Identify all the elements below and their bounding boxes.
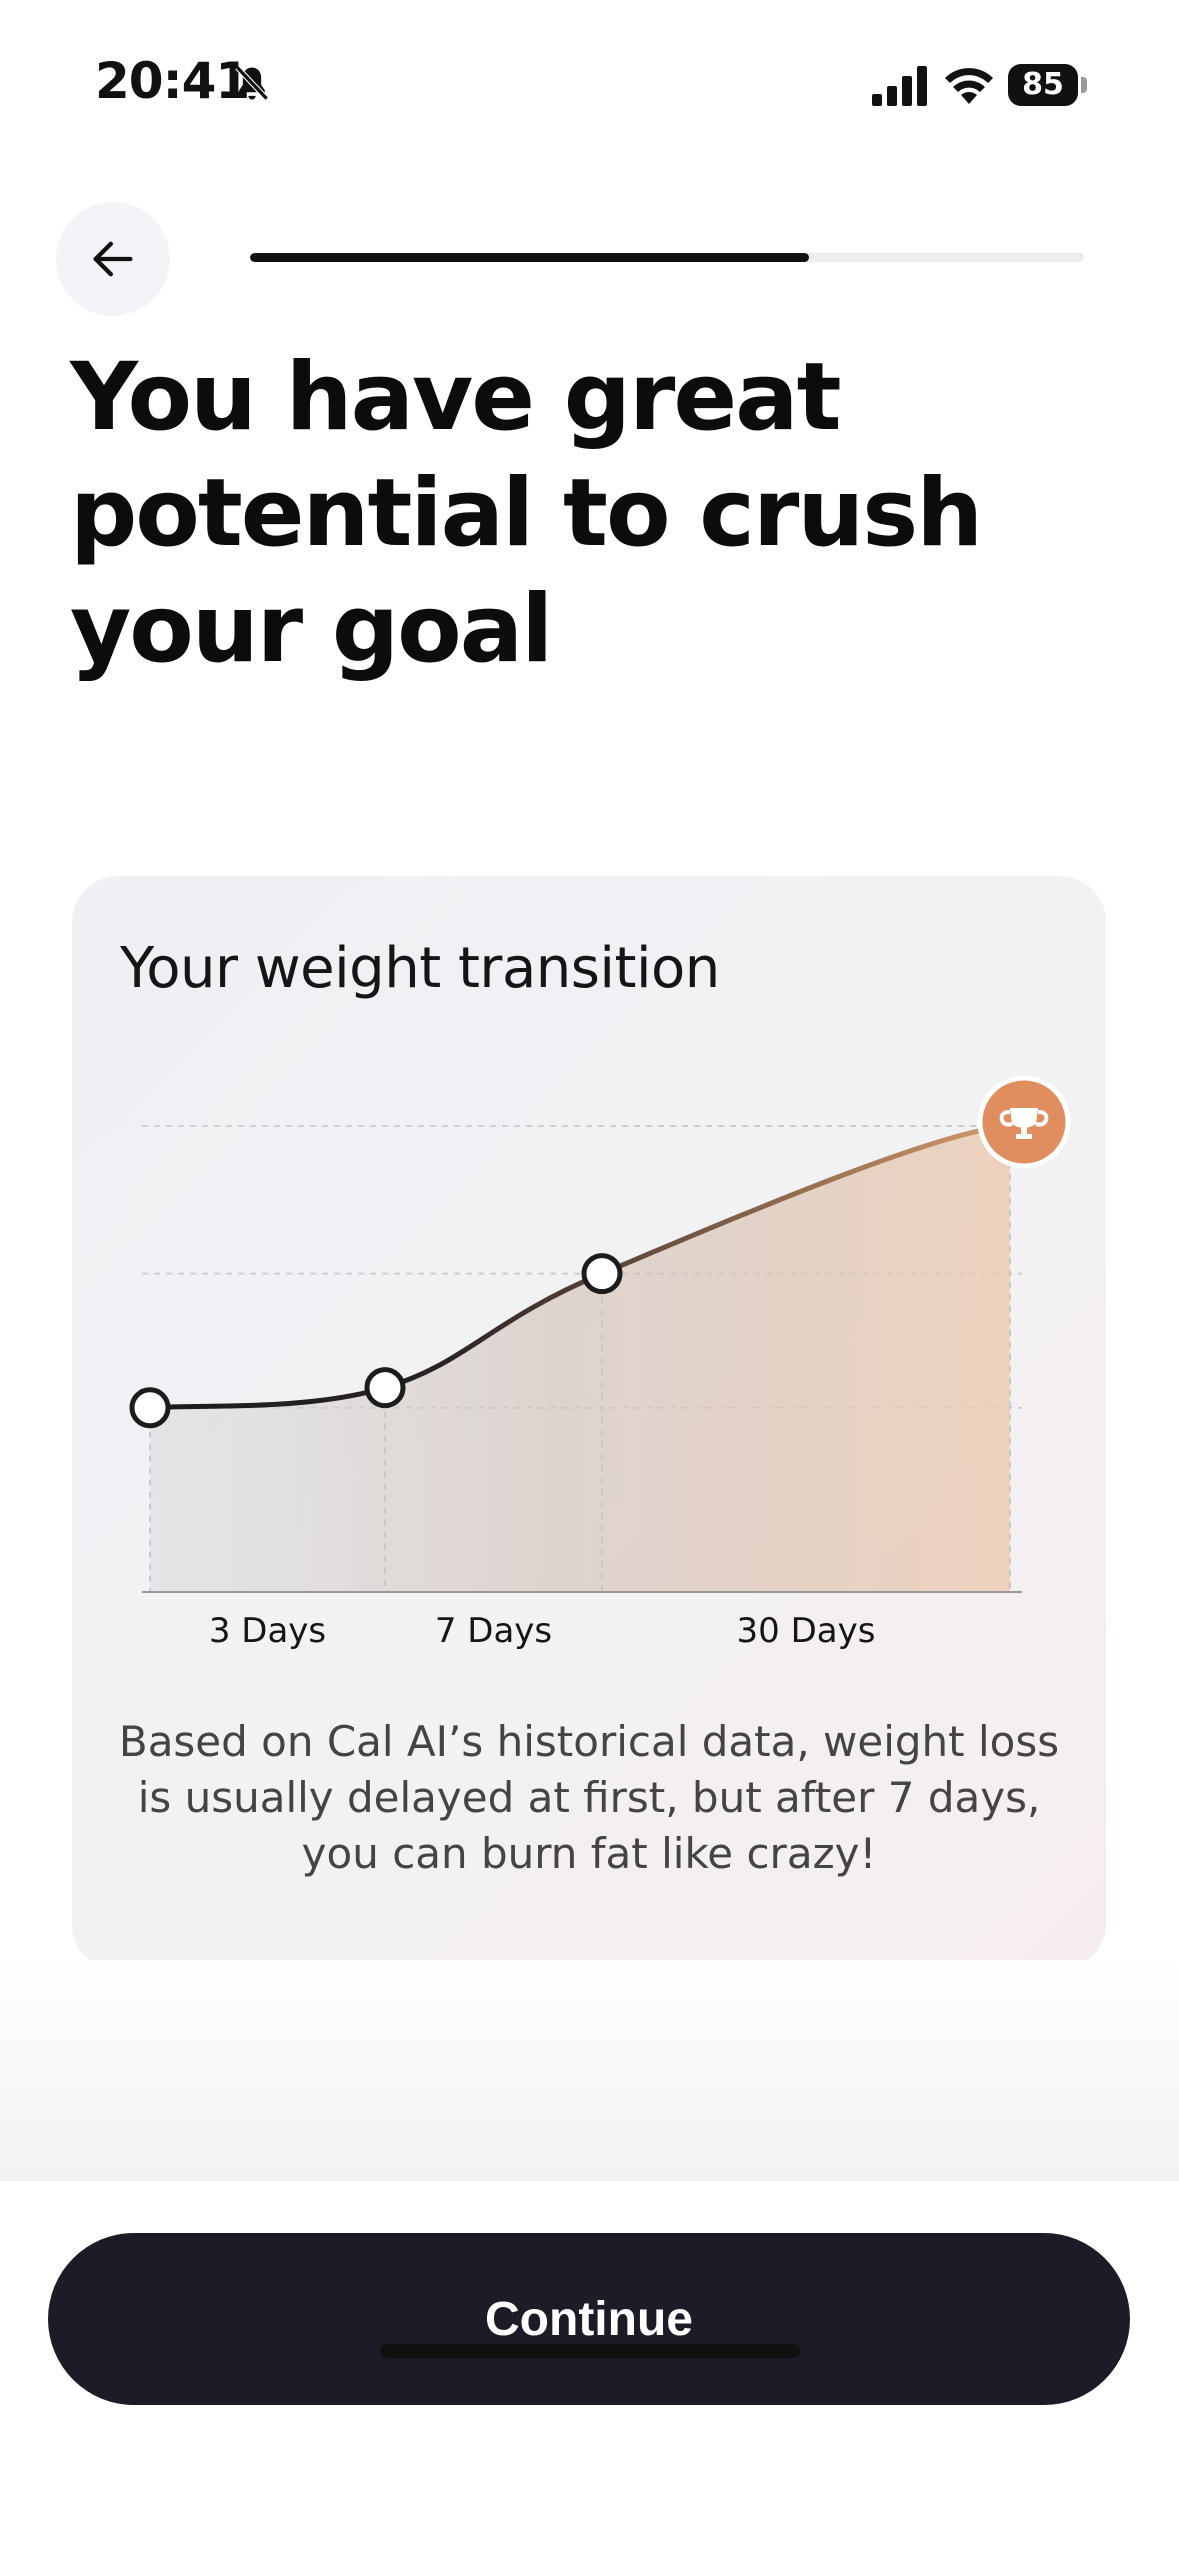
page-title: You have great potential to crush your g… [70,343,983,684]
continue-button[interactable]: Continue [48,2233,1130,2405]
chart-x-label: 3 Days [209,1611,326,1651]
status-bar: 20:41 85 [0,0,1179,130]
card-title: Your weight transition [120,936,720,1001]
chart-point [129,1387,171,1429]
onboarding-progress-bar [250,253,1084,262]
card-caption: Based on Cal AI’s historical data, weigh… [118,1717,1060,1878]
weight-transition-card: 3 Days 7 Days 30 Days Your weight transiti… [72,876,1106,1970]
chart-x-labels: 3 Days 7 Days 30 Days [209,1611,876,1651]
chart-point [581,1253,623,1295]
chart-area [150,1126,1010,1592]
status-time: 20:41 [95,52,250,110]
trophy-icon [977,1075,1071,1169]
battery-icon: 85 [1008,64,1088,106]
wifi-icon [944,64,994,106]
home-indicator [380,2344,800,2358]
footer: Continue [0,2180,1179,2557]
battery-tip [1081,77,1087,93]
chart-x-label: 7 Days [435,1611,552,1651]
chart-x-label: 30 Days [737,1611,876,1651]
cellular-signal-icon [872,66,928,106]
battery-level: 85 [1008,64,1078,106]
progress-fill [250,253,809,262]
bell-slash-icon [230,62,274,106]
chart-point [364,1367,406,1409]
back-button[interactable] [56,202,170,316]
arrow-left-icon [93,241,133,277]
bottom-fade [0,1960,1179,2180]
